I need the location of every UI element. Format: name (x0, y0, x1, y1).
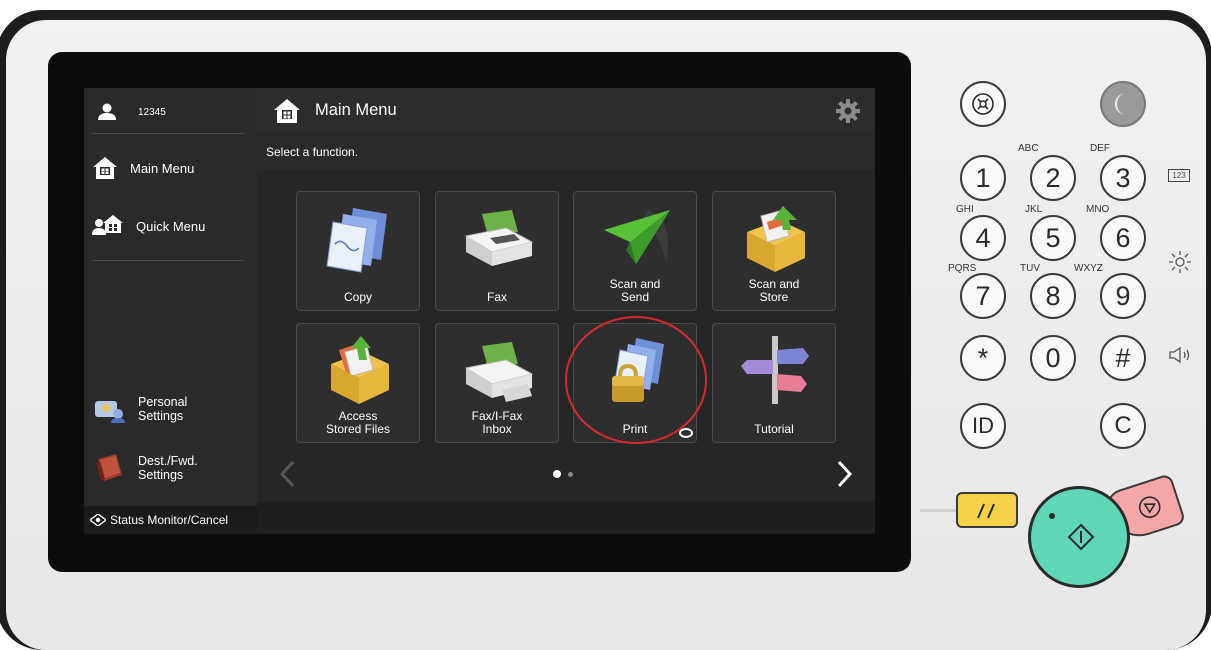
sidebar-item-label: Personal Settings (138, 395, 188, 423)
user-login[interactable]: 12345 (96, 100, 166, 124)
key-letters: JKL (1025, 204, 1043, 215)
key-letters: WXYZ (1074, 263, 1103, 274)
key-3[interactable]: 3 (1100, 155, 1146, 201)
counter-indicator: 123 (1168, 169, 1190, 182)
sidebar-item-quick-menu[interactable]: Quick Menu (92, 206, 252, 246)
reset-key[interactable] (956, 492, 1018, 528)
home-icon (93, 157, 117, 179)
sidebar-divider (92, 260, 244, 261)
moon-icon (1115, 93, 1126, 115)
key-letters: DEF (1090, 143, 1110, 154)
page-title: Main Menu (315, 101, 397, 119)
reset-line (920, 509, 956, 512)
reset-icon (977, 503, 995, 519)
scan-send-icon (604, 210, 670, 264)
personal-settings-icon (95, 401, 125, 423)
user-id: 12345 (138, 106, 166, 118)
id-key[interactable]: ID (960, 403, 1006, 449)
previous-page-icon[interactable] (279, 460, 295, 488)
tutorial-icon (741, 336, 809, 404)
touch-screen: 12345 Main Menu Quick Menu Personal Sett… (84, 88, 875, 534)
key-7[interactable]: 7 (960, 273, 1006, 319)
energy-saver-key[interactable] (1100, 81, 1146, 127)
clear-key[interactable]: C (1100, 403, 1146, 449)
settings-key[interactable] (960, 81, 1006, 127)
sidebar-item-dest-fwd-settings[interactable]: Dest./Fwd. Settings (92, 448, 252, 488)
start-led (1049, 513, 1055, 519)
sidebar-item-label: Main Menu (130, 160, 195, 176)
volume-icon[interactable] (1168, 346, 1196, 364)
user-icon (98, 103, 116, 120)
sidebar-item-label: Dest./Fwd. Settings (138, 454, 198, 482)
tile-fax-ifax-inbox[interactable]: Fax/I-Fax Inbox (435, 323, 559, 443)
highlight-circle (565, 316, 707, 444)
sidebar-item-main-menu[interactable]: Main Menu (92, 148, 252, 188)
key-letters: GHI (956, 204, 974, 215)
fax-inbox-icon (464, 342, 534, 402)
sidebar-divider (92, 133, 244, 134)
tile-label: Tutorial (754, 422, 794, 436)
status-monitor-label: Status Monitor/Cancel (110, 513, 229, 527)
key-letters: MNO (1086, 204, 1110, 215)
tile-access-stored-files[interactable]: Access Stored Files (296, 323, 420, 443)
key-letters: PQRS (948, 263, 977, 274)
stop-icon (1138, 496, 1161, 518)
status-monitor-button[interactable]: Status Monitor/Cancel (84, 506, 257, 534)
tile-label: Fax/I-Fax Inbox (471, 409, 523, 436)
key-2[interactable]: 2 (1030, 155, 1076, 201)
key-4[interactable]: 4 (960, 215, 1006, 261)
tile-tutorial[interactable]: Tutorial (712, 323, 836, 443)
instruction-text: Select a function. (266, 145, 359, 159)
key-1[interactable]: 1 (960, 155, 1006, 201)
instruction-bar: Select a function. (257, 132, 875, 170)
key-0[interactable]: 0 (1030, 335, 1076, 381)
key-8[interactable]: 8 (1030, 273, 1076, 319)
settings-registration-icon (972, 93, 994, 115)
page-indicator-active (553, 470, 561, 478)
sidebar-item-personal-settings[interactable]: Personal Settings (92, 389, 252, 429)
key-5[interactable]: 5 (1030, 215, 1076, 261)
gear-icon[interactable] (835, 98, 861, 124)
key-6[interactable]: 6 (1100, 215, 1146, 261)
main-header: Main Menu (257, 88, 875, 132)
brightness-icon[interactable] (1168, 250, 1192, 274)
tile-label: Scan and Send (609, 277, 661, 304)
tile-label: Copy (343, 290, 372, 304)
quick-menu-icon (92, 215, 123, 235)
copy-icon (326, 208, 387, 273)
tile-label: Scan and Store (748, 277, 800, 304)
sidebar: 12345 Main Menu Quick Menu Personal Sett… (84, 88, 257, 534)
key-letters: TUV (1020, 263, 1040, 274)
tile-scan-and-store[interactable]: Scan and Store (712, 191, 836, 311)
tile-label: Access Stored Files (325, 409, 391, 436)
status-monitor-icon (90, 514, 106, 526)
tile-fax[interactable]: Fax (435, 191, 559, 311)
scan-store-icon (747, 206, 805, 272)
key-hash[interactable]: # (1100, 335, 1146, 381)
next-page-icon[interactable] (837, 460, 853, 488)
start-key[interactable] (1028, 486, 1130, 588)
tile-label: Fax (486, 290, 507, 304)
tile-scan-and-send[interactable]: Scan and Send (573, 191, 697, 311)
key-asterisk[interactable]: * (960, 335, 1006, 381)
page-indicator (568, 472, 573, 477)
sidebar-item-label: Quick Menu (136, 218, 206, 234)
fax-icon (464, 210, 534, 266)
address-book-icon (96, 454, 122, 481)
main-panel: Main Menu Select a function. Copy Fax Sc… (257, 88, 875, 534)
home-icon (274, 99, 300, 123)
tile-copy[interactable]: Copy (296, 191, 420, 311)
key-9[interactable]: 9 (1100, 273, 1146, 319)
start-icon (1067, 523, 1095, 551)
key-letters: ABC (1018, 143, 1039, 154)
bottom-strip (257, 502, 875, 534)
access-stored-files-icon (331, 336, 389, 404)
